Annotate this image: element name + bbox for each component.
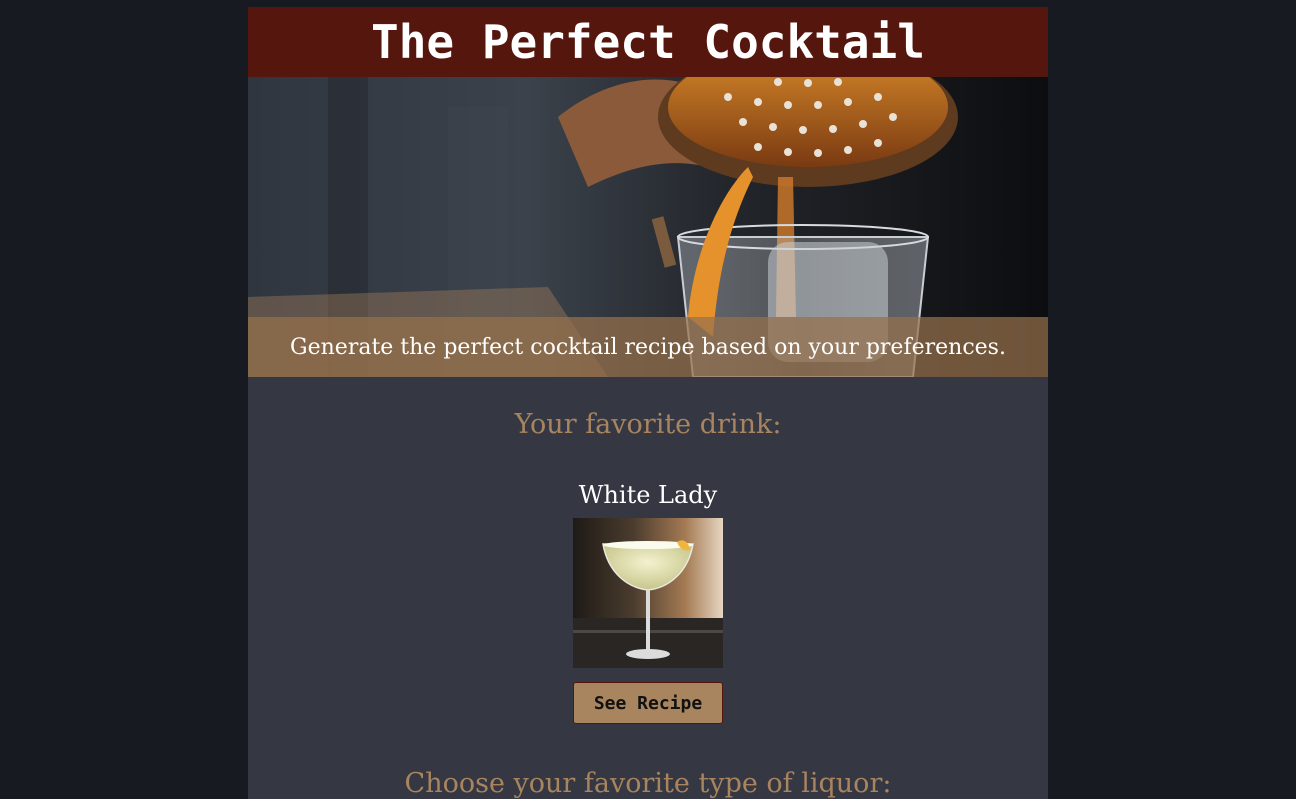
hero-banner: Generate the perfect cocktail recipe bas…: [248, 77, 1048, 377]
white-lady-cocktail-image: [573, 518, 723, 668]
hero-caption: Generate the perfect cocktail recipe bas…: [248, 317, 1048, 377]
liquor-heading: Choose your favorite type of liquor:: [404, 768, 892, 799]
page-container: The Perfect Cocktail Generate the perfec…: [248, 7, 1048, 799]
site-header: The Perfect Cocktail: [248, 7, 1048, 77]
drink-name: White Lady: [578, 481, 718, 509]
see-recipe-button[interactable]: See Recipe: [573, 682, 723, 724]
favorite-drink-heading: Your favorite drink:: [514, 409, 782, 440]
site-title: The Perfect Cocktail: [371, 15, 925, 69]
favorite-drink-card: White Lady See Recipe: [248, 480, 1048, 724]
